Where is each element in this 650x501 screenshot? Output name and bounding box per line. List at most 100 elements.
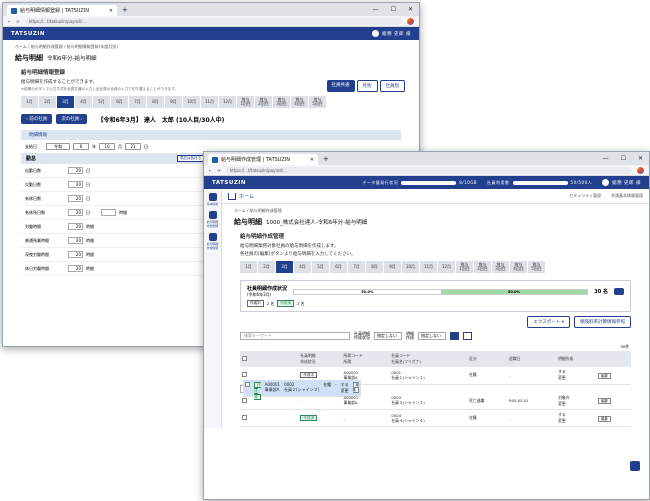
month-tab[interactable]: 12月 bbox=[438, 261, 455, 273]
attendance-value[interactable]: 20 bbox=[68, 223, 83, 230]
month-field[interactable]: 10 bbox=[99, 143, 115, 150]
month-tab[interactable]: 賞与 4回目 bbox=[510, 261, 527, 273]
month-tab[interactable]: 賞与 1回目 bbox=[237, 96, 254, 108]
month-tab[interactable]: 6月 bbox=[330, 261, 347, 273]
sidebar-item-basic[interactable]: 基本情報 bbox=[206, 193, 219, 206]
close-window-icon[interactable]: ✕ bbox=[408, 6, 413, 13]
view-employee-button[interactable]: 社員別 bbox=[379, 80, 405, 92]
status-filter-select[interactable]: 指定しない bbox=[374, 332, 402, 340]
month-tab[interactable]: 6月 bbox=[111, 96, 128, 108]
user-menu[interactable]: 総務 史郎 様 bbox=[602, 179, 641, 186]
view-common-button[interactable]: 社員共通 bbox=[326, 80, 355, 92]
row-checkbox[interactable] bbox=[242, 415, 247, 420]
attendance-value[interactable]: 20 bbox=[68, 209, 83, 216]
new-tab-icon[interactable]: + bbox=[323, 155, 329, 163]
month-tab[interactable]: 7月 bbox=[129, 96, 146, 108]
table-row[interactable]: 作成済 -0004 社員４(シャイン４) 在籍 - する 変更 編集 bbox=[240, 409, 631, 427]
month-tab[interactable]: 賞与 1回目 bbox=[456, 261, 473, 273]
attendance-value[interactable]: 20 bbox=[68, 251, 83, 258]
select-all-checkbox[interactable] bbox=[242, 356, 247, 361]
month-tab[interactable]: 5月 bbox=[93, 96, 110, 108]
month-tab[interactable]: 10月 bbox=[402, 261, 419, 273]
security-link[interactable]: セキュリティ管理 bbox=[569, 193, 601, 199]
edit-button[interactable]: 編集 bbox=[352, 382, 360, 393]
browser-tab[interactable]: 給与明細作成管理 | TATSUZIN ✕ bbox=[208, 154, 318, 165]
attendance-value[interactable]: 20 bbox=[68, 265, 83, 272]
month-tab[interactable]: 賞与 2回目 bbox=[474, 261, 491, 273]
month-tab[interactable]: 1月 bbox=[21, 96, 38, 108]
view-monthly-button[interactable]: 月別 bbox=[356, 80, 378, 92]
table-row[interactable]: 作成済 A00001 事業部A 0002 社員２(シャイン２) 在籍 - する 変更 編集 bbox=[240, 380, 362, 400]
edit-button[interactable]: 編集 bbox=[598, 372, 611, 379]
common-info-link[interactable]: 共通基本情報管理 bbox=[611, 193, 643, 199]
next-employee-button[interactable]: 次の社員 › bbox=[56, 114, 88, 124]
month-tab[interactable]: 5月 bbox=[312, 261, 329, 273]
era-select[interactable]: 令和 bbox=[46, 143, 70, 150]
month-tab[interactable]: 10月 bbox=[183, 96, 200, 108]
month-tab[interactable]: 7月 bbox=[348, 261, 365, 273]
prev-employee-button[interactable]: ‹ 前の社員 bbox=[21, 114, 53, 124]
attendance-value[interactable]: 20 bbox=[68, 237, 83, 244]
minimize-icon[interactable]: — bbox=[373, 6, 379, 13]
sidebar-item-payroll[interactable]: 給与明細作成管理 bbox=[206, 211, 219, 228]
browser-tab[interactable]: 給与明細情報登録 | TATSUZIN ✕ bbox=[7, 5, 117, 16]
month-tab[interactable]: 賞与 5回目 bbox=[309, 96, 326, 108]
row-checkbox[interactable] bbox=[245, 382, 250, 387]
month-tab[interactable]: 2月 bbox=[258, 261, 275, 273]
month-tab[interactable]: 11月 bbox=[420, 261, 437, 273]
filter-apply-icon[interactable] bbox=[450, 332, 459, 340]
month-tab[interactable]: 9月 bbox=[384, 261, 401, 273]
back-icon[interactable]: ← bbox=[209, 168, 212, 173]
month-tab[interactable]: 3月 bbox=[57, 96, 74, 108]
edit-button[interactable]: 編集 bbox=[598, 415, 611, 422]
month-tab[interactable]: 8月 bbox=[366, 261, 383, 273]
reload-icon[interactable]: ⟳ bbox=[16, 19, 19, 24]
month-tab[interactable]: 4月 bbox=[75, 96, 92, 108]
reload-icon[interactable]: ⟳ bbox=[217, 168, 220, 173]
user-menu[interactable]: 総務 史郎 様 bbox=[372, 30, 411, 37]
profile-icon[interactable] bbox=[637, 166, 644, 174]
new-tab-icon[interactable]: + bbox=[122, 6, 128, 14]
month-tab[interactable]: 賞与 5回目 bbox=[528, 261, 545, 273]
month-tab[interactable]: 11月 bbox=[201, 96, 218, 108]
url-field[interactable]: https://...t/tatsuzin/payroll/... bbox=[24, 17, 402, 25]
month-tab[interactable]: 12月 bbox=[219, 96, 236, 108]
maximize-icon[interactable]: ☐ bbox=[391, 6, 396, 13]
month-tab[interactable]: 4月 bbox=[294, 261, 311, 273]
create-filter-select[interactable]: 指定しない bbox=[418, 332, 446, 340]
row-checkbox[interactable] bbox=[242, 397, 247, 403]
export-button[interactable]: エクスポート ▾ bbox=[527, 316, 570, 328]
home-link[interactable]: ホーム bbox=[239, 193, 254, 200]
home-icon[interactable] bbox=[228, 192, 236, 200]
profile-icon[interactable] bbox=[407, 17, 414, 25]
back-icon[interactable]: ← bbox=[8, 19, 11, 24]
month-tab[interactable]: 賞与 4回目 bbox=[291, 96, 308, 108]
close-icon[interactable]: ✕ bbox=[310, 157, 314, 163]
month-tab[interactable]: 2月 bbox=[39, 96, 56, 108]
month-tab[interactable]: 1月 bbox=[240, 261, 257, 273]
scroll-top-icon[interactable] bbox=[630, 461, 640, 471]
month-tab[interactable]: 8月 bbox=[147, 96, 164, 108]
attendance-hours[interactable] bbox=[101, 209, 116, 216]
collapse-icon[interactable] bbox=[614, 288, 624, 295]
edit-button[interactable]: 編集 bbox=[598, 398, 611, 405]
attendance-value[interactable]: 20 bbox=[68, 167, 83, 174]
day-field[interactable]: 21 bbox=[125, 143, 141, 150]
month-tab[interactable]: 賞与 3回目 bbox=[273, 96, 290, 108]
maximize-icon[interactable]: ☐ bbox=[621, 155, 626, 162]
month-tab[interactable]: 賞与 3回目 bbox=[492, 261, 509, 273]
url-field[interactable]: https://...t/tatsuzin/payroll/... bbox=[225, 166, 632, 174]
year-field[interactable]: 6 bbox=[73, 143, 89, 150]
notation-button[interactable]: 表記は各社で bbox=[177, 155, 204, 162]
close-icon[interactable]: ✕ bbox=[109, 8, 113, 14]
insurance-rate-button[interactable]: 保険料率計算情報参照 bbox=[574, 316, 631, 328]
month-tab[interactable]: 3月 bbox=[276, 261, 293, 273]
close-window-icon[interactable]: ✕ bbox=[638, 155, 643, 162]
minimize-icon[interactable]: — bbox=[603, 155, 609, 162]
month-tab[interactable]: 9月 bbox=[165, 96, 182, 108]
attendance-value[interactable]: 20 bbox=[68, 181, 83, 188]
attendance-value[interactable]: 20 bbox=[68, 195, 83, 202]
row-checkbox[interactable] bbox=[242, 372, 247, 378]
month-tab[interactable]: 賞与 2回目 bbox=[255, 96, 272, 108]
filter-clear-icon[interactable] bbox=[463, 332, 472, 340]
